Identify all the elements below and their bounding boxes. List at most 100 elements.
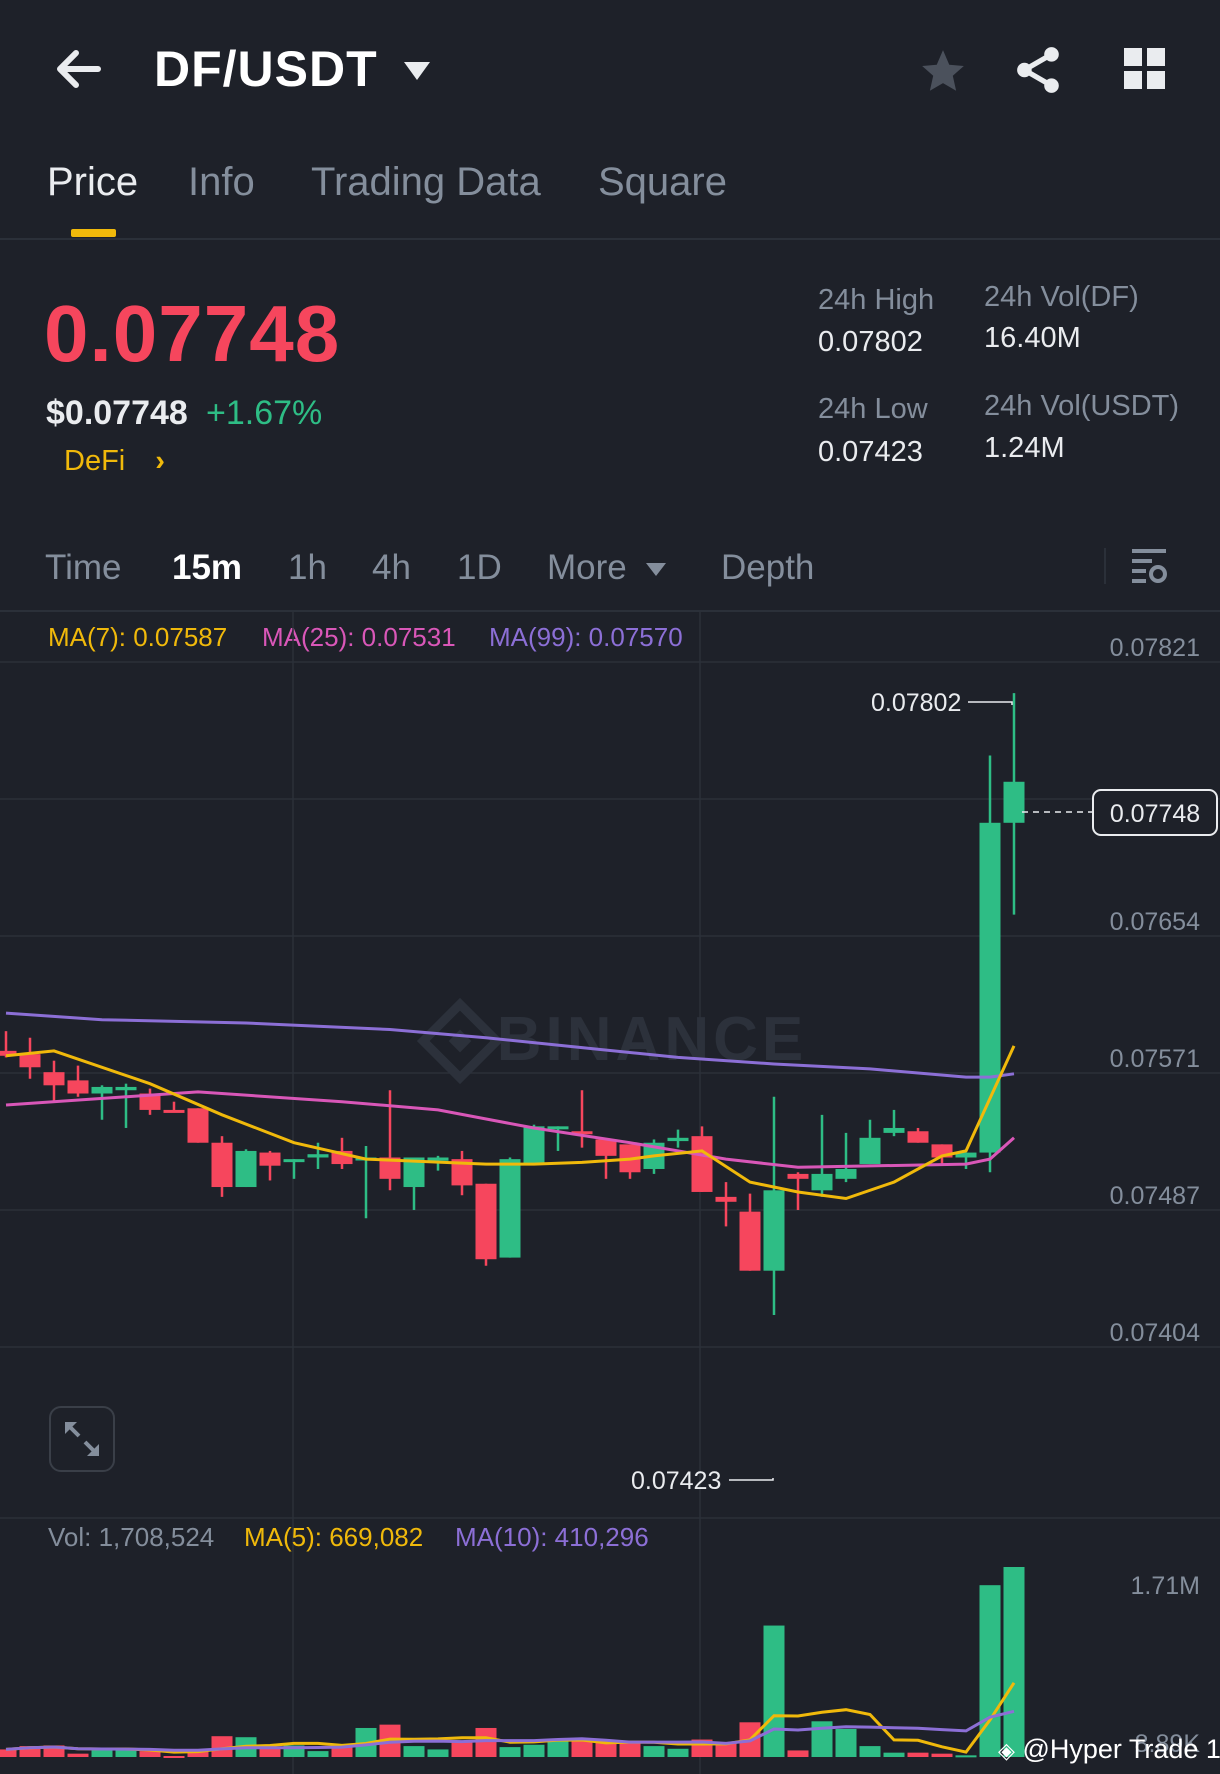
candle-body [667, 1137, 689, 1142]
candle [739, 1193, 761, 1271]
candle-body [595, 1139, 617, 1156]
candle-body [475, 1183, 497, 1260]
candle [691, 1126, 713, 1192]
price-axis-tick: 0.07571 [1110, 1045, 1200, 1073]
volume-bar [955, 1755, 977, 1758]
volume-ma5-legend: MA(5): 669,082 [244, 1522, 424, 1552]
grid-lines [0, 612, 1220, 1774]
candle-body [835, 1168, 857, 1179]
volume-bar [547, 1740, 569, 1757]
candle [163, 1101, 185, 1113]
candle-body [43, 1072, 65, 1086]
volume-bar [787, 1750, 809, 1757]
candle-body [235, 1150, 257, 1188]
candle-body [547, 1126, 569, 1130]
candle [715, 1182, 737, 1227]
high-marker-label: 0.07802 [871, 689, 961, 717]
volume-bar [595, 1742, 617, 1757]
low-marker-label: 0.07423 [631, 1467, 721, 1495]
volume-ma-lines [5, 1681, 1016, 1754]
candle [139, 1088, 161, 1115]
candle-body [283, 1159, 305, 1163]
volume-bar [307, 1751, 329, 1757]
candle [235, 1149, 257, 1188]
candle [667, 1129, 689, 1148]
candle [475, 1183, 497, 1266]
volume-bar [91, 1750, 113, 1757]
candle [211, 1136, 233, 1197]
volume-ma10-line [5, 1709, 1015, 1752]
volume-bar [643, 1746, 665, 1757]
candle-body [523, 1126, 545, 1165]
volume-bar [763, 1625, 785, 1757]
volume-bar [1003, 1567, 1025, 1757]
diamond-logo-icon: ◈ [998, 1738, 1015, 1763]
candle-body [187, 1108, 209, 1143]
candle [619, 1144, 641, 1179]
price-axis-tick: 0.07821 [1110, 634, 1200, 662]
candle-body [715, 1196, 737, 1202]
price-axis: 0.07821 0.07654 0.07571 0.07487 0.07404 [1110, 634, 1200, 1347]
candle-body [499, 1159, 521, 1258]
low-marker-line [729, 1478, 774, 1481]
candle [91, 1085, 113, 1120]
volume-bar [163, 1755, 185, 1758]
candle-body [907, 1131, 929, 1143]
candle [571, 1090, 593, 1148]
volume-bar [835, 1728, 857, 1757]
candle [259, 1150, 281, 1181]
volume-bar [67, 1753, 89, 1757]
candle [811, 1114, 833, 1197]
volume-bar [499, 1747, 521, 1757]
high-marker-line [968, 701, 1013, 705]
candle [43, 1060, 65, 1102]
candle-body [763, 1190, 785, 1271]
volume-bar [403, 1746, 425, 1757]
candle-body [19, 1054, 41, 1068]
volume-bar [427, 1749, 449, 1757]
volume-bar [883, 1752, 905, 1757]
vol-axis-max: 1.71M [1131, 1572, 1200, 1600]
candle [283, 1159, 305, 1179]
binance-logo-watermark [416, 997, 504, 1085]
candle [859, 1119, 881, 1165]
candle-body [1003, 781, 1025, 823]
volume-bars [0, 1567, 1025, 1758]
price-axis-tick: 0.07404 [1110, 1319, 1200, 1347]
current-price-label: 0.07748 [1110, 800, 1200, 828]
candle-body [115, 1086, 137, 1091]
volume-bar [523, 1744, 545, 1757]
volume-ma10-legend: MA(10): 410,296 [455, 1522, 649, 1552]
candle-body [811, 1173, 833, 1191]
fullscreen-button[interactable] [49, 1406, 115, 1472]
candle-body [67, 1080, 89, 1094]
candle [403, 1157, 425, 1210]
volume-bar [619, 1742, 641, 1757]
candlestick-chart[interactable]: BINANCE 0.078210.076540.075710.074870.07… [0, 0, 1220, 1774]
candle [451, 1150, 473, 1196]
candle-body [259, 1152, 281, 1166]
candle-body [211, 1142, 233, 1188]
candle [187, 1108, 209, 1143]
candle-body [739, 1211, 761, 1271]
candle [907, 1127, 929, 1143]
candle [979, 755, 1001, 1173]
candle-body [979, 822, 1001, 1153]
price-axis-tick: 0.07487 [1110, 1182, 1200, 1210]
credit-text: @Hyper Trade 1 [1022, 1734, 1220, 1764]
candle [883, 1109, 905, 1137]
candle [763, 1096, 785, 1316]
volume-legend: Vol: 1,708,524 [48, 1522, 215, 1552]
credit-watermark: ◈ @Hyper Trade 1 [998, 1734, 1220, 1765]
volume-bar [859, 1746, 881, 1757]
candle [499, 1157, 521, 1258]
candle-body [691, 1136, 713, 1192]
price-axis-tick: 0.07654 [1110, 908, 1200, 936]
candle [955, 1152, 977, 1169]
candle [115, 1083, 137, 1128]
candle [67, 1065, 89, 1097]
candle-body [787, 1173, 809, 1179]
volume-bar [475, 1727, 497, 1757]
candle [1003, 693, 1025, 915]
candle-body [883, 1127, 905, 1133]
